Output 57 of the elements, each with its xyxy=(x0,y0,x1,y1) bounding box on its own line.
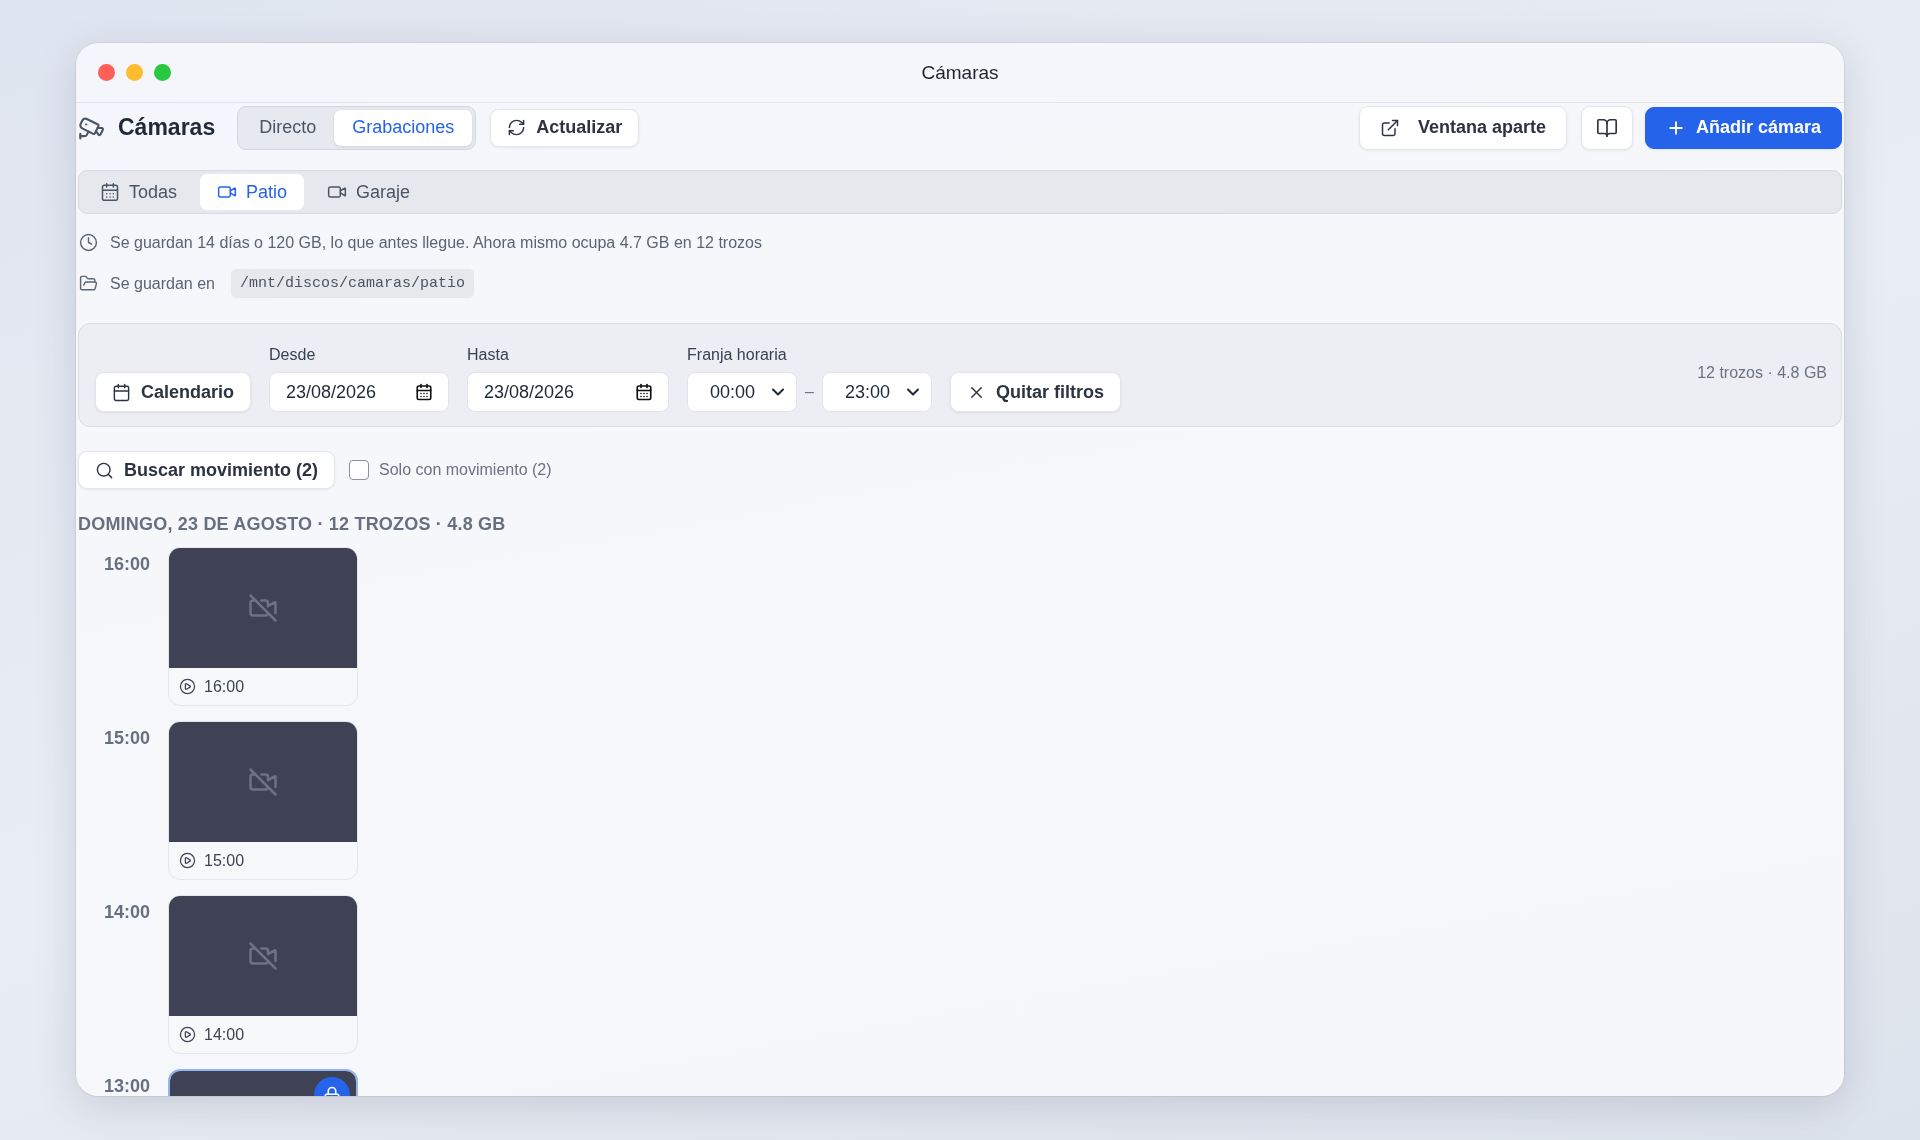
date-field[interactable]: 23/08/2026 xyxy=(467,372,670,412)
calendar-icon xyxy=(112,382,131,402)
hour-label: 14:00 xyxy=(102,901,150,924)
range-separator: – xyxy=(805,383,814,401)
calendar-icon xyxy=(100,182,120,202)
close-button[interactable] xyxy=(98,64,115,81)
play-icon xyxy=(179,1026,196,1043)
hour-label: 15:00 xyxy=(102,727,150,750)
field-label: Franja horaria xyxy=(687,346,788,364)
calendar-icon xyxy=(415,383,434,401)
view-tab[interactable]: Grabaciones xyxy=(334,109,473,146)
play-icon xyxy=(179,852,196,869)
checkbox[interactable] xyxy=(349,460,370,480)
camera-tab[interactable]: Patio xyxy=(200,174,305,210)
field-label: Desde xyxy=(269,346,317,364)
calendar-icon xyxy=(635,383,654,401)
recording-card[interactable]: 15:00 xyxy=(168,721,358,880)
book-icon xyxy=(1595,116,1618,139)
time-select[interactable]: 00:00 xyxy=(687,372,798,412)
book-button[interactable] xyxy=(1580,105,1633,150)
video-off-icon xyxy=(248,593,278,623)
video-off-icon xyxy=(248,767,278,797)
video-off-icon xyxy=(248,941,278,971)
storage-label: Se guardan en xyxy=(110,274,215,293)
window-title: Cámaras xyxy=(921,61,999,84)
recording-card[interactable]: 14:00 xyxy=(168,895,358,1054)
motion-search-button[interactable]: Buscar movimiento (2) xyxy=(78,451,336,489)
add-camera-button[interactable]: Añadir cámara xyxy=(1644,106,1842,149)
storage-path: /mnt/discos/camaras/patio xyxy=(231,269,475,298)
clock-icon xyxy=(79,233,98,252)
external-link-icon xyxy=(1379,117,1400,138)
retention-note: Se guardan 14 días o 120 GB, lo que antes llegue. Ahora mismo ocupa 4.7 GB en 12 trozos xyxy=(110,233,762,252)
refresh-icon xyxy=(507,118,527,137)
search-icon xyxy=(95,460,114,480)
calendar-button[interactable]: Calendario xyxy=(95,372,252,412)
refresh-button[interactable]: Actualizar xyxy=(490,108,640,147)
recording-card[interactable]: 16:00 xyxy=(168,547,358,706)
play-icon xyxy=(179,678,196,695)
clip-time: 14:00 xyxy=(204,1025,245,1044)
detach-window-button[interactable]: Ventana aparte xyxy=(1358,105,1567,150)
day-heading: DOMINGO, 23 DE AGOSTO · 12 TROZOS · 4.8 GB xyxy=(77,514,507,535)
field-label: Hasta xyxy=(467,346,510,364)
hour-label: 13:00 xyxy=(102,1075,150,1096)
view-tab[interactable]: Directo xyxy=(241,109,335,146)
time-select[interactable]: 23:00 xyxy=(821,372,932,412)
maximize-button[interactable] xyxy=(154,64,171,81)
hour-label: 16:00 xyxy=(102,553,150,576)
app-title: Cámaras xyxy=(118,114,216,141)
camera-tab[interactable]: Garaje xyxy=(310,174,428,210)
checkbox-label: Solo con movimiento (2) xyxy=(379,461,552,479)
filter-summary: 12 trozos · 4.8 GB xyxy=(1697,364,1827,382)
clip-time: 15:00 xyxy=(204,851,245,870)
camera-tab[interactable]: Todas xyxy=(83,174,195,210)
date-field[interactable]: 23/08/2026 xyxy=(269,372,450,412)
folder-icon xyxy=(79,274,98,293)
clip-time: 16:00 xyxy=(204,677,245,696)
clear-filters-button[interactable]: Quitar filtros xyxy=(949,372,1121,412)
